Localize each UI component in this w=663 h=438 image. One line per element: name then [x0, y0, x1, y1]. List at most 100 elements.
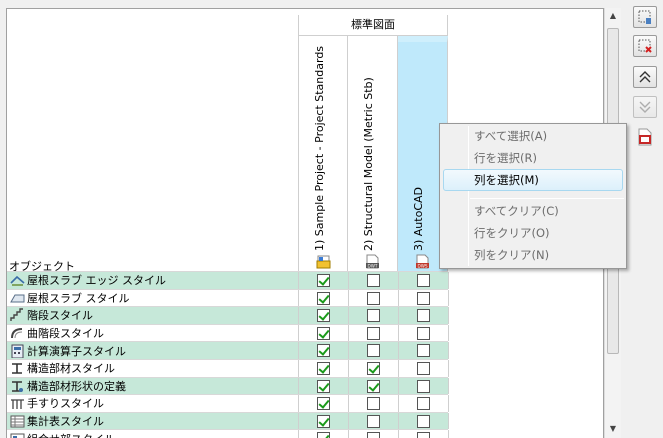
standard-checkbox[interactable] [417, 291, 430, 305]
column-divider [298, 430, 299, 438]
standard-checkbox[interactable] [317, 379, 330, 393]
menu-icon-gutter [468, 126, 469, 266]
add-file-button[interactable] [633, 6, 657, 28]
column-divider [348, 289, 349, 307]
row-label: 曲階段スタイル [27, 327, 104, 341]
roof-slab-edge-icon [10, 276, 25, 287]
column-divider [348, 412, 349, 430]
standard-checkbox[interactable] [417, 414, 430, 428]
standard-checkbox[interactable] [367, 361, 380, 375]
menu-item-select-column[interactable]: 列を選択(M) [474, 170, 539, 190]
column-header-structural-model[interactable]: 2) Structural Model (Metric Stb) DWT [348, 36, 398, 271]
project-file-icon [316, 255, 331, 269]
row-label: 屋根スラブ エッジ スタイル [27, 274, 166, 288]
row-label: 組合せ部スタイル [27, 431, 115, 438]
table-row[interactable]: 組合せ部スタイル [7, 429, 449, 438]
standard-checkbox[interactable] [317, 344, 330, 358]
schedule-table-icon [10, 415, 25, 428]
standard-checkbox[interactable] [417, 274, 430, 287]
row-label: 構造部材形状の定義 [27, 379, 126, 393]
table-row[interactable]: 構造部材形状の定義 [7, 376, 449, 395]
column-divider [298, 377, 299, 395]
standard-checkbox[interactable] [417, 361, 430, 375]
standard-drawings-group-header: 標準図面 [298, 15, 448, 36]
menu-item-clear-all[interactable]: すべてクリア(C) [474, 201, 559, 221]
roof-slab-icon [10, 294, 25, 303]
standard-checkbox[interactable] [367, 432, 380, 438]
column-label: 3) AutoCAD [412, 186, 425, 251]
standard-checkbox[interactable] [367, 309, 380, 323]
standard-checkbox[interactable] [367, 326, 380, 340]
row-label-cell: 屋根スラブ スタイル [10, 290, 130, 307]
column-divider [298, 272, 299, 289]
column-divider [448, 307, 449, 324]
table-row[interactable]: 屋根スラブ スタイル [7, 288, 449, 307]
standard-checkbox[interactable] [317, 397, 330, 411]
table-row[interactable]: 集計表スタイル [7, 411, 449, 430]
column-header-project-standards[interactable]: 1) Sample Project - Project Standards [298, 36, 348, 271]
row-label-cell: 手すりスタイル [10, 395, 104, 412]
standard-checkbox[interactable] [367, 379, 380, 393]
standard-checkbox[interactable] [317, 432, 330, 438]
menu-item-select-row[interactable]: 行を選択(R) [474, 148, 537, 168]
standard-checkbox[interactable] [317, 274, 330, 287]
column-divider [348, 359, 349, 377]
scroll-down-arrow-icon[interactable]: ▼ [605, 421, 621, 437]
column-divider [398, 324, 399, 342]
standard-checkbox[interactable] [367, 344, 380, 358]
column-divider [298, 412, 299, 430]
standard-checkbox[interactable] [367, 291, 380, 305]
standard-checkbox[interactable] [417, 326, 430, 340]
chevron-double-up-icon [639, 71, 651, 83]
standard-checkbox[interactable] [417, 397, 430, 411]
dwt-file-icon: DWT [366, 254, 379, 269]
menu-item-clear-row[interactable]: 行をクリア(O) [474, 223, 550, 243]
column-divider [448, 377, 449, 395]
menu-item-select-all[interactable]: すべて選択(A) [474, 126, 547, 146]
standard-checkbox[interactable] [317, 326, 330, 340]
move-down-button[interactable] [633, 96, 657, 118]
column-label: 1) Sample Project - Project Standards [313, 45, 326, 251]
table-row[interactable]: 手すりスタイル [7, 394, 449, 412]
column-divider [348, 342, 349, 359]
row-label: 集計表スタイル [27, 415, 104, 429]
dws-file-icon: DWS [416, 254, 429, 269]
row-label-cell: 曲階段スタイル [10, 325, 104, 342]
row-label: 手すりスタイル [27, 397, 104, 411]
standard-checkbox[interactable] [417, 432, 430, 438]
standard-checkbox[interactable] [417, 309, 430, 323]
table-row[interactable]: 構造部材スタイル [7, 358, 449, 377]
row-label-cell: 計算演算子スタイル [10, 342, 126, 359]
table-row[interactable]: 計算演算子スタイル [7, 341, 449, 359]
column-label: 2) Structural Model (Metric Stb) [362, 77, 375, 251]
standard-checkbox[interactable] [367, 274, 380, 287]
standards-sync-dialog: オブジェクト 標準図面 1) Sample Project - Project … [0, 0, 663, 438]
assembly-icon [10, 433, 25, 438]
standard-checkbox[interactable] [367, 414, 380, 428]
standard-checkbox[interactable] [317, 309, 330, 323]
column-divider [398, 430, 399, 438]
standard-checkbox[interactable] [317, 414, 330, 428]
scroll-up-arrow-icon[interactable]: ▲ [605, 8, 621, 24]
standard-checkbox[interactable] [367, 397, 380, 411]
table-row[interactable]: 屋根スラブ エッジ スタイル [7, 271, 449, 289]
standard-checkbox[interactable] [417, 344, 430, 358]
standard-checkbox[interactable] [417, 379, 430, 393]
remove-file-button[interactable] [633, 35, 657, 57]
table-row[interactable]: 階段スタイル [7, 306, 449, 324]
member-shape-icon [12, 381, 23, 392]
column-divider [298, 359, 299, 377]
standard-checkbox[interactable] [317, 291, 330, 305]
table-row[interactable]: 曲階段スタイル [7, 323, 449, 342]
row-label-cell: 構造部材スタイル [10, 360, 115, 377]
pdf-report-button[interactable] [633, 126, 657, 148]
column-divider [448, 289, 449, 307]
column-divider [398, 272, 399, 289]
column-divider [398, 412, 399, 430]
standard-checkbox[interactable] [317, 361, 330, 375]
column-divider [398, 377, 399, 395]
chevron-double-down-icon [639, 101, 651, 113]
column-divider [298, 324, 299, 342]
move-up-button[interactable] [633, 66, 657, 88]
menu-item-clear-column[interactable]: 列をクリア(N) [474, 245, 549, 265]
